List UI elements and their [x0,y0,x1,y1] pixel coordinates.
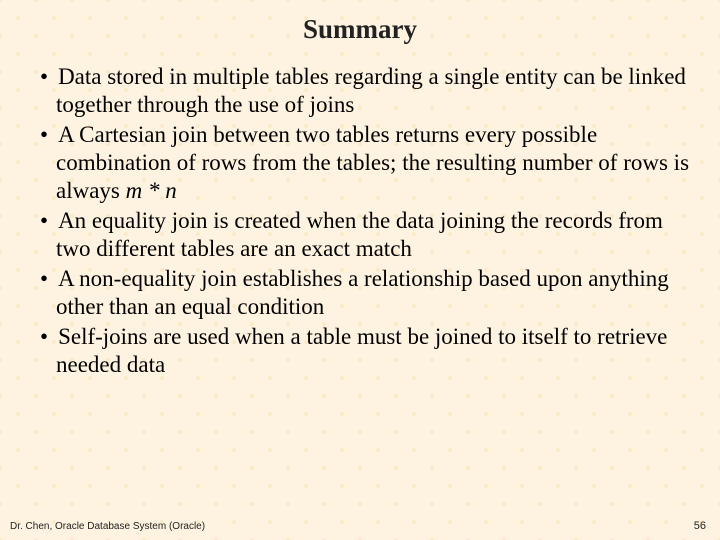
list-item: Self-joins are used when a table must be… [28,323,692,379]
footer-author: Dr. Chen, Oracle Database System (Oracle… [10,521,205,532]
list-item: Data stored in multiple tables regarding… [28,63,692,119]
list-item: A Cartesian join between two tables retu… [28,121,692,205]
bullet-text: Self-joins are used when a table must be… [56,324,667,377]
slide-number: 56 [694,520,706,532]
bullet-list: Data stored in multiple tables regarding… [28,63,692,380]
slide-body: Data stored in multiple tables regarding… [0,45,720,380]
slide-title: Summary [0,0,720,45]
list-item: A non-equality join establishes a relati… [28,265,692,321]
bullet-text: An equality join is created when the dat… [56,208,663,261]
list-item: An equality join is created when the dat… [28,207,692,263]
bullet-text: Data stored in multiple tables regarding… [56,64,686,117]
bullet-text: A non-equality join establishes a relati… [56,266,669,319]
bullet-emph: m * n [126,178,177,203]
